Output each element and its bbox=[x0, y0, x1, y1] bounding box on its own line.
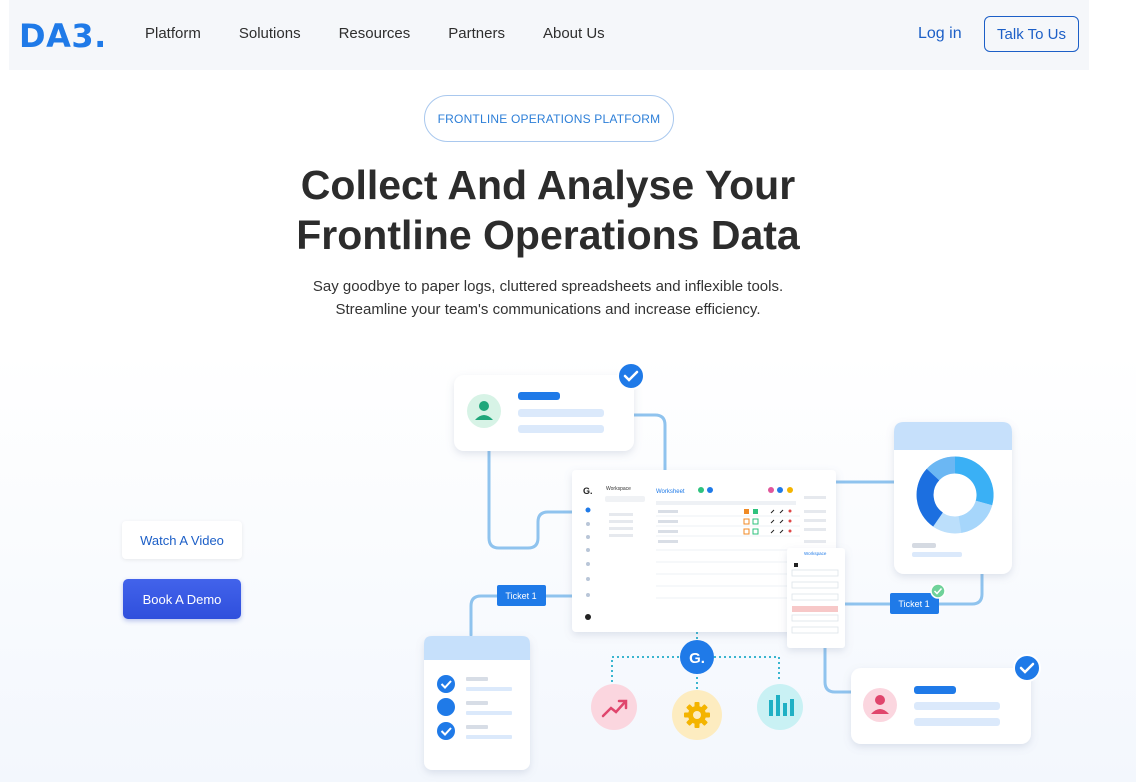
donut-chart-icon bbox=[916, 456, 994, 534]
bar-chart-icon bbox=[757, 684, 803, 730]
ticket-left-label: Ticket 1 bbox=[505, 591, 536, 601]
worksheet-rows bbox=[656, 501, 800, 599]
ticket-tag-left: Ticket 1 bbox=[497, 585, 546, 606]
checklist-check-icon-2 bbox=[437, 722, 455, 740]
talk-to-us-button[interactable]: Talk To Us bbox=[984, 16, 1079, 52]
dashboard-window bbox=[572, 470, 836, 632]
subtitle-line-2: Streamline your team's communications an… bbox=[335, 301, 761, 318]
login-link[interactable]: Log in bbox=[918, 25, 962, 43]
dashboard-logo: G. bbox=[583, 486, 593, 496]
subtitle-line-1: Say goodbye to paper logs, cluttered spr… bbox=[312, 278, 784, 295]
ticket-right-label: Ticket 1 bbox=[898, 599, 929, 609]
check-icon-bottom bbox=[1013, 654, 1041, 682]
headline-line-2: Frontline Operations Data bbox=[296, 212, 800, 258]
platform-badge: FRONTLINE OPERATIONS PLATFORM bbox=[424, 95, 674, 142]
small-check-icon bbox=[930, 583, 946, 599]
hub-dotted-lines bbox=[611, 632, 780, 690]
workspace-panel bbox=[787, 548, 845, 648]
panel-workspace-label: Workspace bbox=[804, 551, 827, 556]
dashboard-workspace-label: Workspace bbox=[606, 486, 631, 492]
nav-link-partners[interactable]: Partners bbox=[448, 25, 505, 42]
hub-letter: G. bbox=[689, 650, 705, 667]
dashboard-worksheet-label: Worksheet bbox=[656, 489, 685, 495]
connector-lines bbox=[469, 413, 984, 694]
checklist-check-icon-1 bbox=[437, 675, 455, 693]
nav-link-solutions[interactable]: Solutions bbox=[239, 25, 301, 42]
hero-headline: Collect And Analyse Your Frontline Opera… bbox=[200, 160, 896, 260]
top-navbar: DA3. Platform Solutions Resources Partne… bbox=[9, 0, 1089, 70]
trend-up-icon bbox=[591, 684, 637, 730]
donut-chart-card bbox=[894, 422, 1012, 574]
nav-link-about-us[interactable]: About Us bbox=[543, 25, 605, 42]
user-card-bottom bbox=[851, 668, 1031, 744]
hero-subtitle: Say goodbye to paper logs, cluttered spr… bbox=[200, 275, 896, 321]
headline-line-1: Collect And Analyse Your bbox=[300, 162, 796, 208]
checklist-dot-icon bbox=[437, 698, 455, 716]
ticket-tag-right: Ticket 1 bbox=[890, 593, 939, 614]
user-card-top bbox=[454, 375, 634, 451]
hub-logo-icon: G. bbox=[680, 640, 714, 674]
book-demo-button[interactable]: Book A Demo bbox=[123, 579, 241, 619]
avatar-icon bbox=[467, 394, 501, 428]
check-icon bbox=[617, 362, 645, 390]
nav-links: Platform Solutions Resources Partners Ab… bbox=[145, 25, 643, 42]
avatar-pink-icon bbox=[863, 688, 897, 722]
brand-logo[interactable]: DA3. bbox=[19, 17, 107, 55]
gear-icon bbox=[672, 690, 722, 740]
landing-page: DA3. Platform Solutions Resources Partne… bbox=[0, 0, 1136, 782]
checklist-card bbox=[424, 636, 530, 770]
watch-video-button[interactable]: Watch A Video bbox=[122, 521, 242, 559]
nav-link-resources[interactable]: Resources bbox=[339, 25, 411, 42]
nav-link-platform[interactable]: Platform bbox=[145, 25, 201, 42]
